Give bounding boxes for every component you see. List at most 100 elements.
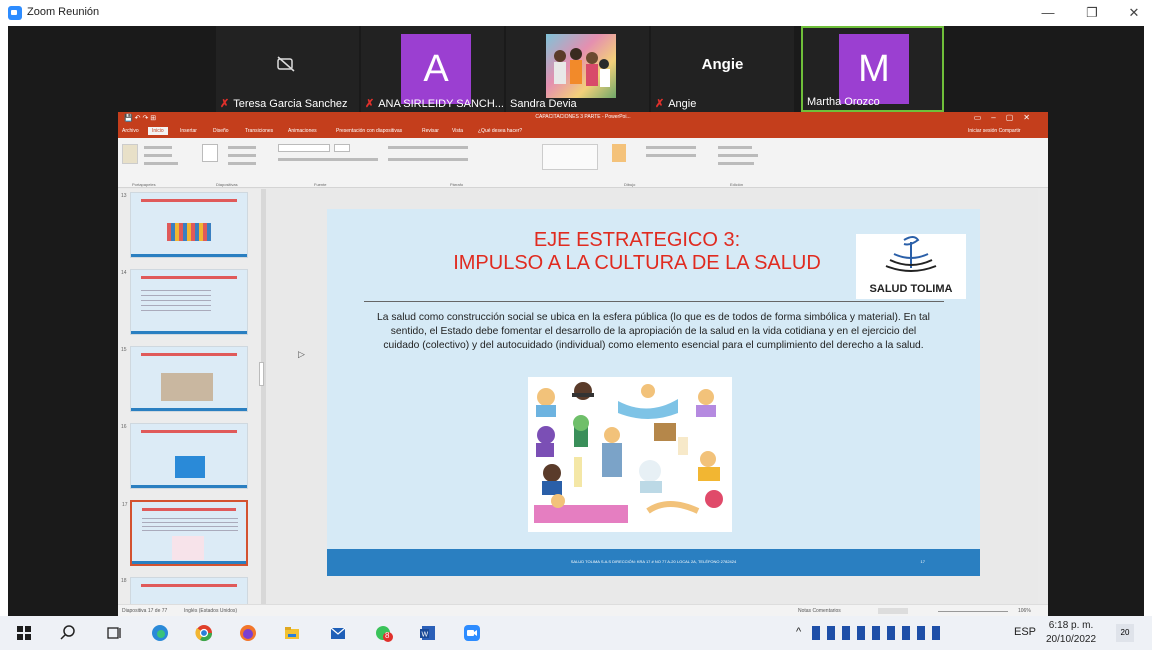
thumbnail-footer — [132, 561, 246, 564]
zoom-level[interactable]: 106% — [1018, 608, 1031, 614]
mail-icon[interactable] — [328, 623, 348, 643]
participant-tile-teresa[interactable]: ✗ Teresa Garcia Sanchez — [216, 26, 359, 112]
thumbnail-title — [141, 353, 237, 356]
muted-mic-icon: ✗ — [655, 98, 665, 110]
vertical-scrollbar[interactable] — [1038, 189, 1046, 604]
thumbnail-footer — [131, 254, 247, 257]
windows-taskbar: 8 W ^ ESP 6:18 p. m. 20/10/2022 20 — [0, 616, 1152, 650]
slide-thumbnail[interactable]: 13 — [121, 192, 248, 258]
title-divider — [364, 301, 944, 302]
search-icon[interactable] — [58, 623, 78, 643]
thumbnail-title — [141, 199, 237, 202]
ribbon-control — [228, 154, 256, 157]
camera-off-icon — [276, 56, 296, 72]
zoom-taskbar-icon[interactable] — [462, 623, 482, 643]
splitter-handle[interactable] — [259, 362, 264, 386]
new-slide-icon[interactable] — [202, 144, 218, 162]
logo-text: SALUD TOLIMA — [869, 283, 953, 295]
tab-presentacion[interactable]: Presentación con diapositivas — [336, 128, 402, 134]
input-language[interactable]: ESP — [1014, 626, 1036, 638]
view-buttons[interactable] — [878, 608, 908, 614]
group-diapositivas: Diapositivas — [216, 182, 238, 187]
font-size-select[interactable] — [334, 144, 350, 152]
sign-in-share[interactable]: Iniciar sesión Compartir — [968, 128, 1021, 134]
notifications-icon[interactable]: 20 — [1116, 624, 1134, 642]
tab-archivo[interactable]: Archivo — [122, 128, 139, 134]
whatsapp-badge: 8 — [385, 631, 390, 640]
tab-animaciones[interactable]: Animaciones — [288, 128, 317, 134]
ribbon-control — [388, 158, 468, 161]
font-family-select[interactable] — [278, 144, 330, 152]
notes-comments-buttons[interactable]: Notas Comentarios — [798, 608, 841, 614]
participant-name: ✗ Angie — [655, 98, 697, 110]
windows-start-icon[interactable] — [14, 623, 34, 643]
minimize-button[interactable]: — — [1036, 5, 1060, 21]
ribbon-control — [144, 162, 178, 165]
slide-thumbnail[interactable]: 16 — [121, 423, 248, 489]
paste-icon[interactable] — [122, 144, 138, 164]
edge-browser-icon[interactable] — [150, 623, 170, 643]
thumbnail-image — [161, 373, 213, 401]
group-dibujo: Dibujo — [624, 182, 636, 187]
thumbnail-footer — [131, 408, 247, 411]
zoom-app-icon — [8, 6, 22, 20]
tab-vista[interactable]: Vista — [452, 128, 463, 134]
ppt-window-buttons[interactable]: ▭–▢✕ — [974, 113, 1040, 122]
ribbon-control — [278, 158, 378, 161]
participant-name: Martha Orozco — [807, 96, 880, 108]
participant-tile-martha[interactable]: M Martha Orozco — [801, 26, 944, 112]
zoom-slider[interactable] — [938, 611, 1008, 612]
thumbnail-image — [167, 223, 211, 241]
file-explorer-icon[interactable] — [282, 623, 302, 643]
system-clock[interactable]: 6:18 p. m. 20/10/2022 — [1046, 619, 1096, 647]
clock-date: 20/10/2022 — [1046, 634, 1097, 645]
language-indicator[interactable]: Inglés (Estados Unidos) — [184, 608, 237, 614]
participant-tile-angie[interactable]: Angie ✗ Angie — [651, 26, 794, 112]
tab-inicio[interactable]: Inicio — [148, 127, 168, 135]
clock-time: 6:18 p. m. — [1048, 620, 1094, 631]
ribbon-control — [646, 146, 696, 149]
window-title: Zoom Reunión — [27, 6, 100, 18]
footer-address: SALUD TOLIMA S.A.S DIRECCIÓN: KRA 17 # N… — [570, 559, 737, 564]
ribbon-control — [718, 162, 754, 165]
slide-title-line1: EJE ESTRATEGICO 3: — [533, 229, 741, 251]
participant-tile-sandra[interactable]: Sandra Devia — [506, 26, 649, 112]
ppt-ribbon-tabs: Archivo Inicio Insertar Diseño Transicio… — [118, 126, 1048, 138]
participant-tile-ana[interactable]: A ✗ ANA SIRLEIDY SANCH... — [361, 26, 504, 112]
close-button[interactable]: ✕ — [1122, 5, 1146, 21]
tab-diseno[interactable]: Diseño — [213, 128, 229, 134]
show-hidden-icons[interactable]: ^ — [796, 626, 801, 638]
thumbnail-image — [175, 456, 205, 478]
slide-thumbnail[interactable]: 15 — [121, 346, 248, 412]
tab-transiciones[interactable]: Transiciones — [245, 128, 273, 134]
ribbon-control — [718, 154, 758, 157]
thumbnail-title — [142, 508, 236, 511]
slide-thumbnail[interactable]: 14 — [121, 269, 248, 335]
slide-thumbnail-selected[interactable]: 17 — [122, 500, 248, 566]
slide-page-number: 17 — [920, 559, 925, 564]
slide-title-line2: IMPULSO A LA CULTURA DE LA SALUD — [453, 252, 821, 274]
ribbon-control — [228, 146, 256, 149]
group-edicion: Edición — [730, 182, 744, 187]
current-slide[interactable]: EJE ESTRATEGICO 3: IMPULSO A LA CULTURA … — [327, 209, 980, 576]
whatsapp-icon[interactable]: 8 — [374, 623, 394, 643]
shapes-gallery[interactable] — [542, 144, 598, 170]
participant-display-name: Angie — [701, 56, 744, 73]
arrange-icon[interactable] — [612, 144, 626, 162]
thumbnail-title — [141, 276, 237, 279]
maximize-button[interactable]: ❐ — [1080, 5, 1104, 21]
system-tray-icons[interactable] — [812, 626, 942, 640]
tell-me-search[interactable]: ¿Qué desea hacer? — [478, 128, 522, 134]
task-view-icon[interactable] — [104, 623, 124, 643]
self-care-illustration — [528, 377, 732, 532]
chrome-browser-icon[interactable] — [194, 623, 214, 643]
zoom-title-bar: Zoom Reunión — ❐ ✕ — [0, 0, 1152, 26]
ppt-title-bar: 💾 ↶ ↷ ⊞ CAPACITACIONES 3 PARTE - PowerPo… — [118, 112, 1048, 126]
word-icon[interactable]: W — [418, 623, 438, 643]
pane-splitter[interactable] — [261, 189, 266, 604]
thumbnail-number: 13 — [121, 193, 127, 199]
tab-revisar[interactable]: Revisar — [422, 128, 439, 134]
tab-insertar[interactable]: Insertar — [180, 128, 197, 134]
thumbnail-title — [141, 430, 237, 433]
firefox-icon[interactable] — [238, 623, 258, 643]
